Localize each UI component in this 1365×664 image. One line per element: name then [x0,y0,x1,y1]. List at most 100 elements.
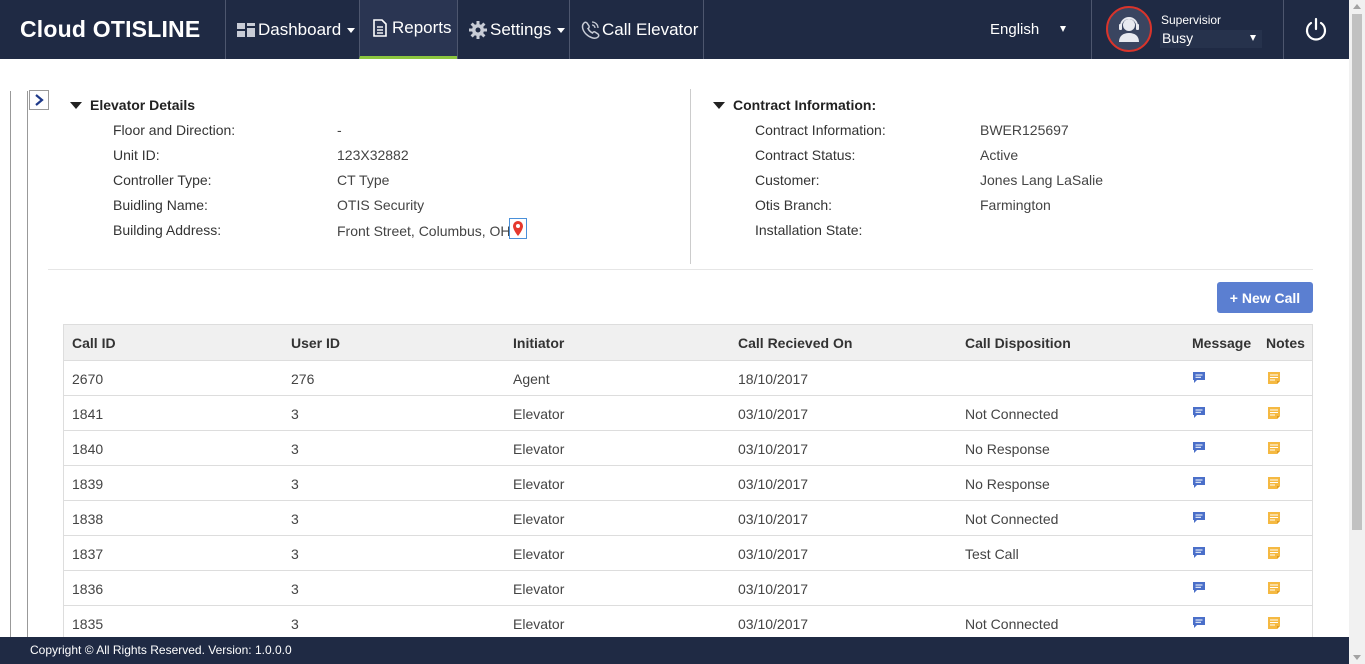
nav-settings-label: Settings [490,19,552,39]
nav-reports[interactable]: Reports [359,0,457,59]
cell-initiator: Elevator [513,406,565,422]
field-label: Controller Type: [113,172,212,188]
field-label: Unit ID: [113,147,160,163]
note-icon[interactable] [1267,581,1281,595]
chevron-down-icon[interactable] [1060,26,1066,32]
vertical-scrollbar[interactable] [1349,0,1365,664]
table-row[interactable]: 1835 3 Elevator 03/10/2017 Not Connected [64,606,1312,641]
dashboard-grid-icon [236,20,256,40]
chat-bubble-icon[interactable] [1192,546,1206,559]
cell-user-id: 3 [291,476,299,492]
cell-call-id: 1837 [72,546,104,562]
table-row[interactable]: 2670 276 Agent 18/10/2017 [64,361,1312,396]
cell-call-id: 1838 [72,511,104,527]
table-row[interactable]: 1840 3 Elevator 03/10/2017 No Response [64,431,1312,466]
contract-information-toggle[interactable]: Contract Information: [713,97,876,113]
table-row[interactable]: 1839 3 Elevator 03/10/2017 No Response [64,466,1312,501]
nav-dashboard[interactable]: Dashboard [225,0,359,59]
cell-disposition: Not Connected [965,616,1059,632]
column-header-call-id[interactable]: Call ID [72,335,116,351]
column-header-message[interactable]: Message [1192,335,1251,351]
user-status-select[interactable]: Busy [1160,30,1262,48]
nav-divider [1283,0,1284,59]
note-icon[interactable] [1267,441,1281,455]
cell-user-id: 3 [291,511,299,527]
cell-received: 03/10/2017 [738,406,809,422]
scroll-down-icon[interactable] [1353,655,1361,660]
chat-bubble-icon[interactable] [1192,511,1206,524]
cell-disposition: Not Connected [965,406,1059,422]
note-icon[interactable] [1267,371,1281,385]
table-row[interactable]: 1836 3 Elevator 03/10/2017 [64,571,1312,606]
power-icon[interactable] [1303,16,1329,42]
nav-call-elevator[interactable]: Call Elevator [569,0,703,59]
field-value: BWER125697 [980,122,1069,138]
chat-bubble-icon[interactable] [1192,441,1206,454]
column-header-notes[interactable]: Notes [1266,335,1305,351]
cell-initiator: Elevator [513,546,565,562]
top-navbar: Cloud OTISLINE Dashboard Reports Setting… [0,0,1349,59]
scrollbar-thumb[interactable] [1352,14,1362,530]
scroll-up-icon[interactable] [1353,4,1361,9]
cell-initiator: Elevator [513,441,565,457]
calls-table: Call ID User ID Initiator Call Recieved … [63,324,1313,641]
cell-disposition: Not Connected [965,511,1059,527]
cell-disposition: Test Call [965,546,1019,562]
caret-down-icon [70,101,82,109]
field-value: 123X32882 [337,147,409,163]
cell-call-id: 1836 [72,581,104,597]
cell-disposition: No Response [965,441,1050,457]
chat-bubble-icon[interactable] [1192,616,1206,629]
note-icon[interactable] [1267,616,1281,630]
field-label: Floor and Direction: [113,122,236,138]
nav-call-elevator-label: Call Elevator [602,19,699,39]
field-value: Jones Lang LaSalie [980,172,1103,188]
cell-received: 03/10/2017 [738,476,809,492]
document-icon [370,18,390,38]
column-header-initiator[interactable]: Initiator [513,335,564,351]
note-icon[interactable] [1267,406,1281,420]
headset-user-icon [1119,17,1139,42]
side-panel-toggle[interactable] [29,90,49,110]
note-icon[interactable] [1267,511,1281,525]
cell-user-id: 3 [291,441,299,457]
column-header-user-id[interactable]: User ID [291,335,340,351]
field-label: Otis Branch: [755,197,833,213]
gear-icon [468,20,488,40]
cell-disposition: No Response [965,476,1050,492]
table-row[interactable]: 1838 3 Elevator 03/10/2017 Not Connected [64,501,1312,536]
chevron-down-icon [347,28,356,33]
column-header-disposition[interactable]: Call Disposition [965,335,1071,351]
note-icon[interactable] [1267,546,1281,560]
nav-dashboard-label: Dashboard [258,19,342,39]
nav-settings[interactable]: Settings [457,0,569,59]
field-value: Farmington [980,197,1051,213]
contract-information-title: Contract Information: [733,97,877,113]
cell-user-id: 3 [291,616,299,632]
chat-bubble-icon[interactable] [1192,406,1206,419]
language-select[interactable]: English [990,21,1039,38]
elevator-details-toggle[interactable]: Elevator Details [70,97,195,113]
chat-bubble-icon[interactable] [1192,476,1206,489]
cell-user-id: 3 [291,546,299,562]
avatar[interactable] [1106,6,1152,52]
new-call-button[interactable]: + New Call [1217,282,1313,313]
map-pin-icon[interactable] [509,218,527,239]
chat-bubble-icon[interactable] [1192,581,1206,594]
chat-bubble-icon[interactable] [1192,371,1206,384]
field-label: Building Address: [113,222,222,238]
column-header-received[interactable]: Call Recieved On [738,335,852,351]
chevron-down-icon [1250,35,1256,41]
cell-initiator: Elevator [513,581,565,597]
side-panel-rail [10,91,28,637]
table-row[interactable]: 1841 3 Elevator 03/10/2017 Not Connected [64,396,1312,431]
cell-call-id: 1839 [72,476,104,492]
chevron-right-icon [35,94,44,106]
cell-initiator: Elevator [513,476,565,492]
table-row[interactable]: 1837 3 Elevator 03/10/2017 Test Call [64,536,1312,571]
cell-call-id: 1835 [72,616,104,632]
field-label: Installation State: [755,222,863,238]
cell-received: 03/10/2017 [738,441,809,457]
note-icon[interactable] [1267,476,1281,490]
cell-user-id: 3 [291,581,299,597]
